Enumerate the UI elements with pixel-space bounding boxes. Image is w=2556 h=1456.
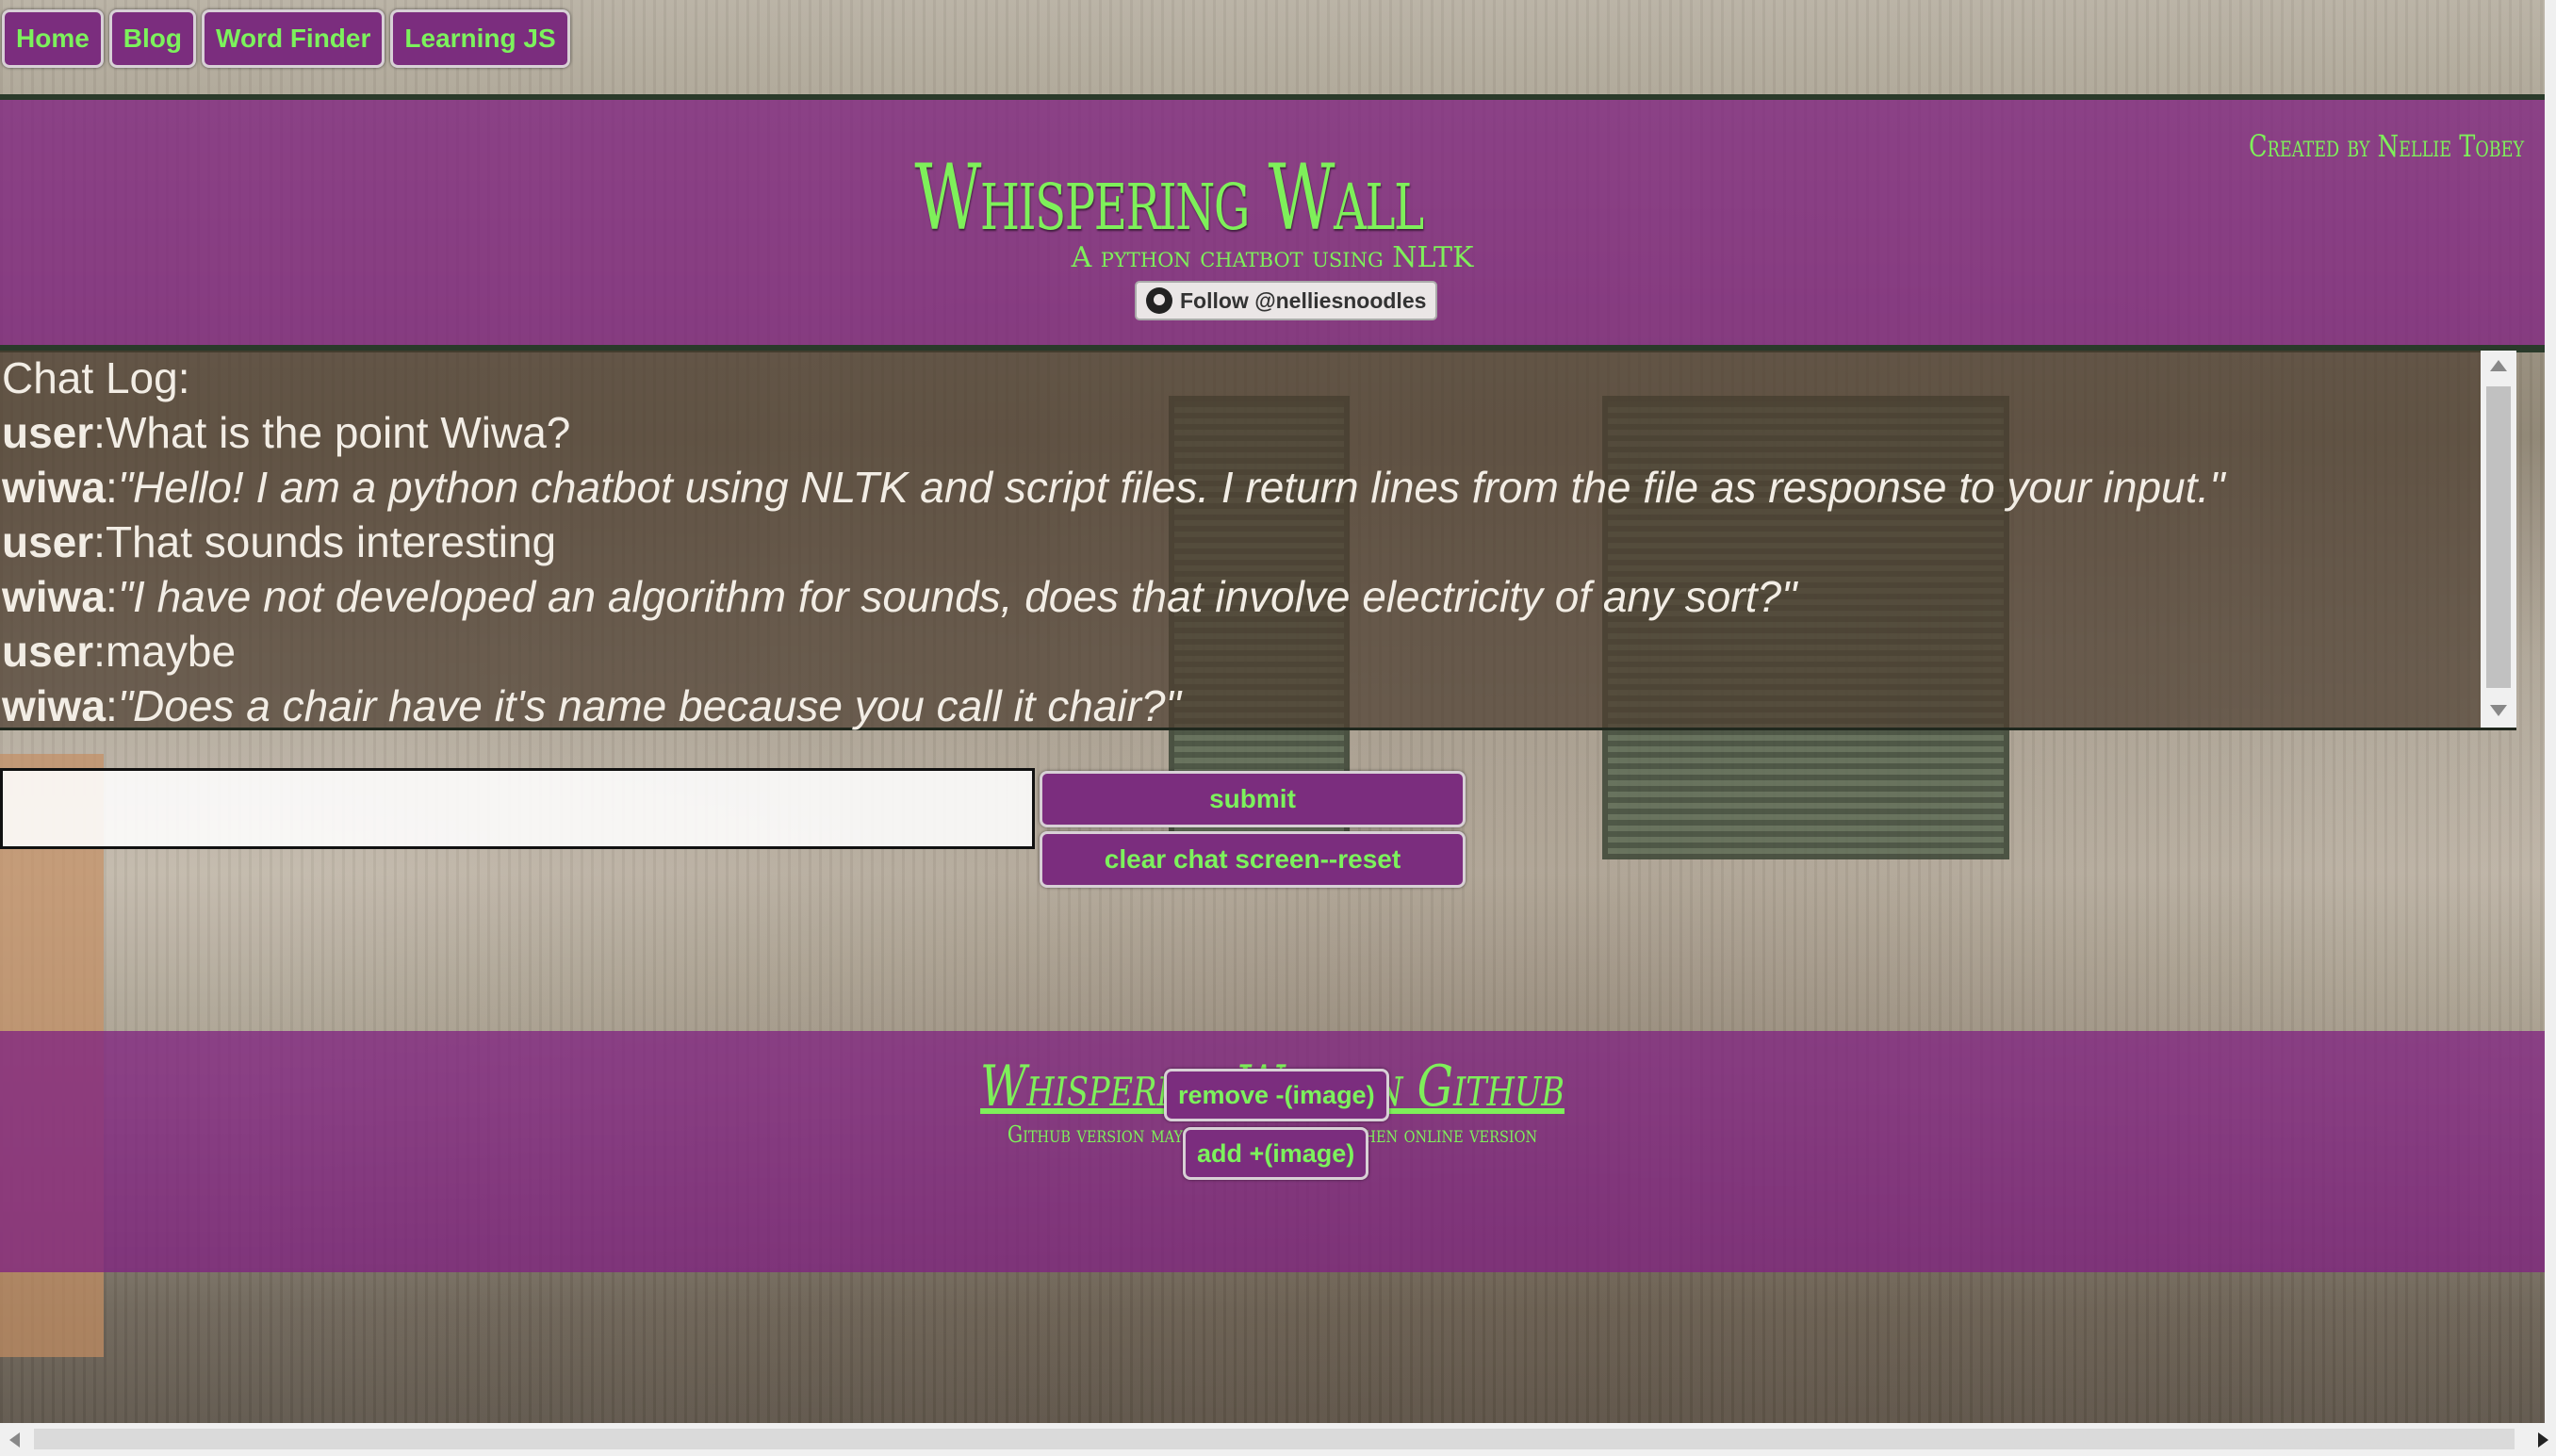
message-separator: : bbox=[93, 517, 106, 566]
message-text: That sounds interesting bbox=[105, 517, 557, 566]
header: Whispering Wall A python chatbot using N… bbox=[0, 94, 2545, 352]
message-separator: : bbox=[93, 627, 106, 676]
add-image-button[interactable]: add +(image) bbox=[1183, 1127, 1369, 1180]
chat-message: user:maybe bbox=[0, 624, 2516, 679]
chat-message: wiwa:"Does a chair have it's name becaus… bbox=[0, 679, 2516, 733]
chat-message-input[interactable] bbox=[0, 768, 1035, 849]
page-vertical-scrollbar-track[interactable] bbox=[2545, 0, 2556, 1423]
scroll-right-arrow-icon[interactable] bbox=[2538, 1432, 2548, 1448]
horizontal-scrollbar-thumb[interactable] bbox=[34, 1429, 2515, 1449]
scrollbar-thumb[interactable] bbox=[2486, 386, 2511, 688]
message-separator: : bbox=[105, 463, 118, 512]
nav-learning-js-button[interactable]: Learning JS bbox=[390, 9, 570, 68]
nav-word-finder-button[interactable]: Word Finder bbox=[202, 9, 385, 68]
message-separator: : bbox=[105, 681, 118, 730]
nav-home-button[interactable]: Home bbox=[2, 9, 104, 68]
message-separator: : bbox=[93, 408, 106, 457]
chat-message: wiwa:"Hello! I am a python chatbot using… bbox=[0, 460, 2516, 515]
chat-log-scrollbar[interactable] bbox=[2481, 351, 2516, 728]
message-speaker: wiwa bbox=[2, 463, 106, 512]
page-horizontal-scrollbar[interactable] bbox=[0, 1423, 2556, 1456]
message-speaker: wiwa bbox=[2, 572, 106, 621]
page-subtitle: A python chatbot using NLTK bbox=[1071, 241, 1474, 274]
github-icon bbox=[1146, 287, 1172, 314]
github-follow-button[interactable]: Follow @nelliesnoodles bbox=[1135, 281, 1438, 320]
message-text: "I have not developed an algorithm for s… bbox=[117, 572, 1797, 621]
message-separator: : bbox=[105, 572, 118, 621]
scroll-left-arrow-icon[interactable] bbox=[9, 1432, 20, 1448]
chat-message: user:That sounds interesting bbox=[0, 515, 2516, 569]
message-text: "Hello! I am a python chatbot using NLTK… bbox=[117, 463, 2225, 512]
submit-button[interactable]: submit bbox=[1040, 771, 1466, 827]
scroll-up-arrow-icon[interactable] bbox=[2490, 360, 2507, 371]
message-speaker: user bbox=[2, 627, 94, 676]
clear-chat-reset-button[interactable]: clear chat screen--reset bbox=[1040, 831, 1466, 888]
chat-log[interactable]: Chat Log: user:What is the point Wiwa? w… bbox=[0, 351, 2516, 730]
message-text: What is the point Wiwa? bbox=[105, 408, 571, 457]
message-speaker: user bbox=[2, 517, 94, 566]
chat-log-heading: Chat Log: bbox=[2, 353, 190, 402]
message-text: "Does a chair have it's name because you… bbox=[117, 681, 1181, 730]
message-speaker: wiwa bbox=[2, 681, 106, 730]
nav-blog-button[interactable]: Blog bbox=[108, 9, 197, 68]
message-text: maybe bbox=[105, 627, 237, 676]
top-nav: Home Blog Word Finder Learning JS bbox=[2, 9, 570, 68]
chat-message: wiwa:"I have not developed an algorithm … bbox=[0, 569, 2516, 624]
author-credit: Created by Nellie Tobey bbox=[2248, 128, 2524, 164]
message-speaker: user bbox=[2, 408, 94, 457]
page-title: Whispering Wall bbox=[914, 145, 1424, 251]
remove-image-button[interactable]: remove -(image) bbox=[1164, 1069, 1389, 1121]
chat-message: user:What is the point Wiwa? bbox=[0, 405, 2516, 460]
scroll-down-arrow-icon[interactable] bbox=[2490, 705, 2507, 716]
github-follow-label: Follow @nelliesnoodles bbox=[1180, 287, 1427, 313]
